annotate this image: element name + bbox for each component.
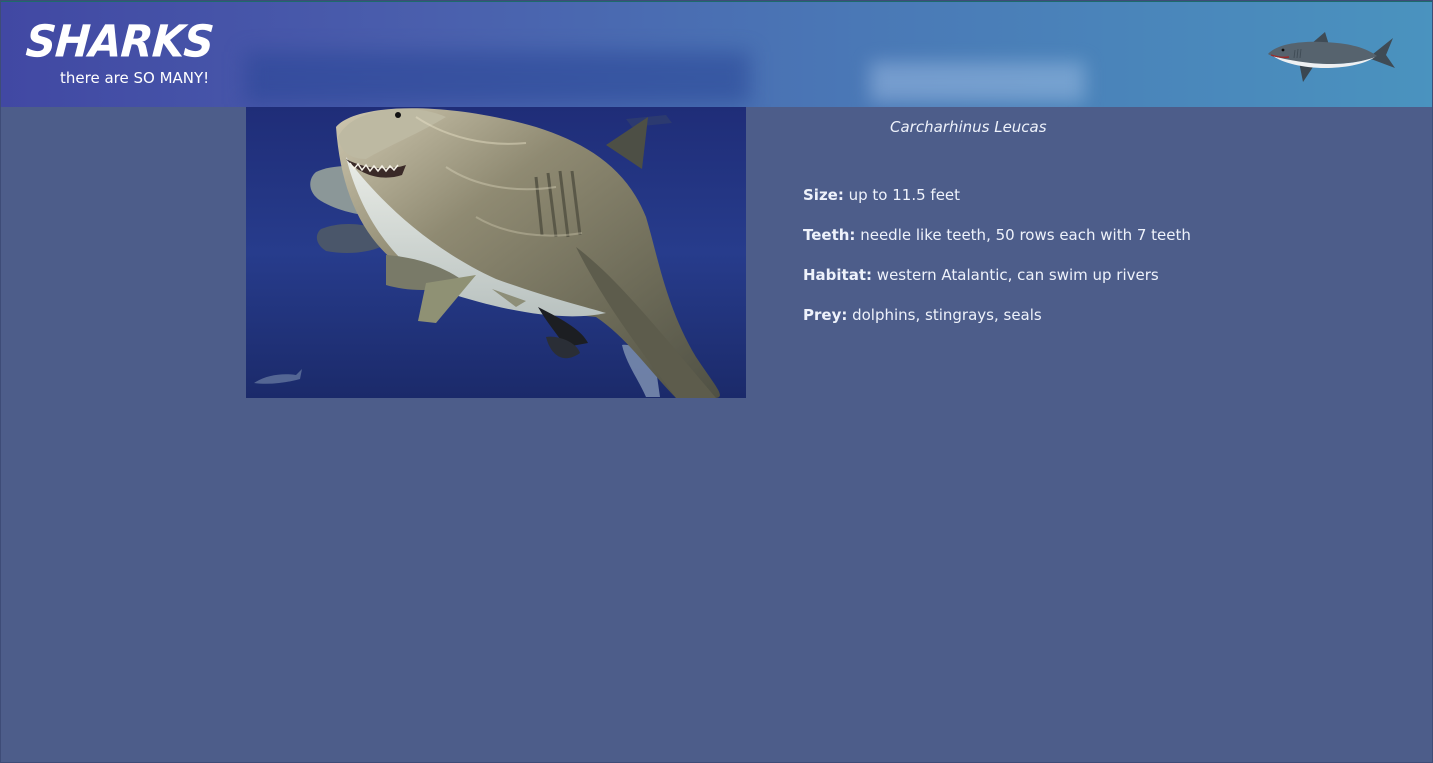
bull-shark-image	[246, 107, 746, 398]
shark-facts-list: Size: up to 11.5 feet Teeth: needle like…	[803, 185, 1191, 345]
header-blur-overlay	[870, 62, 1085, 102]
fact-label: Teeth:	[803, 226, 856, 244]
site-tagline: there are SO MANY!	[60, 69, 210, 87]
shark-photo	[246, 107, 746, 398]
scientific-name: Carcharhinus Leucas	[890, 118, 1047, 136]
fact-value: western Atalantic, can swim up rivers	[872, 266, 1159, 284]
header-blur-overlay	[245, 52, 750, 104]
shark-icon	[1268, 32, 1395, 82]
fact-habitat: Habitat: western Atalantic, can swim up …	[803, 265, 1191, 305]
fact-value: up to 11.5 feet	[843, 186, 961, 204]
fact-label: Prey:	[803, 306, 848, 324]
fact-value: needle like teeth, 50 rows each with 7 t…	[855, 226, 1191, 244]
fact-label: Size:	[803, 186, 844, 204]
top-accent-line	[0, 0, 1433, 2]
fact-teeth: Teeth: needle like teeth, 50 rows each w…	[803, 225, 1191, 265]
site-header: SHARKS there are SO MANY!	[0, 2, 1433, 107]
fact-prey: Prey: dolphins, stingrays, seals	[803, 305, 1191, 345]
site-logo[interactable]: SHARKS	[24, 16, 215, 67]
fact-value: dolphins, stingrays, seals	[847, 306, 1042, 324]
fact-size: Size: up to 11.5 feet	[803, 185, 1191, 225]
fact-label: Habitat:	[803, 266, 873, 284]
